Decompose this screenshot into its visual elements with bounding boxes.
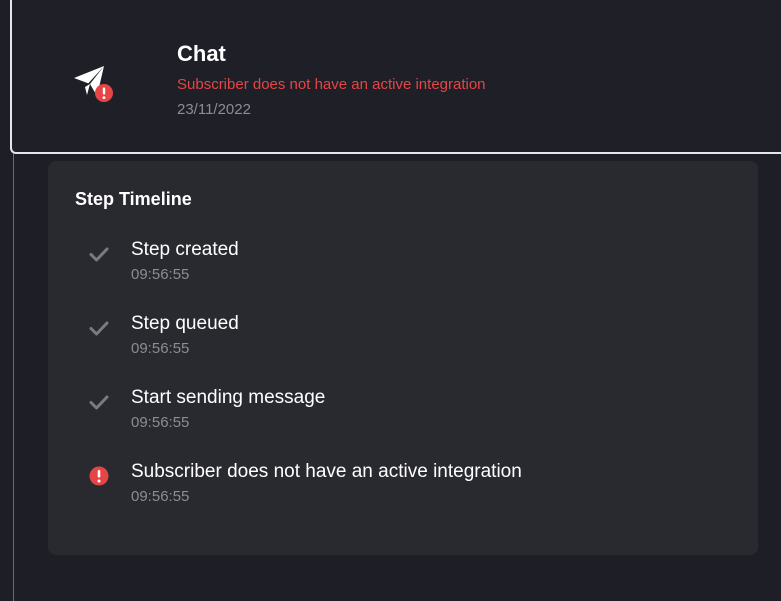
- timeline-item-label: Step created: [131, 239, 239, 260]
- timeline-item-label: Step queued: [131, 313, 239, 334]
- timeline-item-label: Subscriber does not have an active integ…: [131, 461, 522, 482]
- error-alert-icon: [95, 84, 113, 102]
- timeline-item-time: 09:56:55: [131, 266, 190, 283]
- check-icon: [89, 395, 109, 410]
- timeline-item-error: Subscriber does not have an active integ…: [48, 457, 758, 517]
- paper-plane-icon: [68, 57, 118, 107]
- step-status-message: Subscriber does not have an active integ…: [177, 76, 486, 93]
- timeline-item: Step queued 09:56:55: [48, 309, 758, 369]
- timeline-item: Start sending message 09:56:55: [48, 383, 758, 443]
- step-timeline-panel: Step Timeline Step created 09:56:55 Step…: [48, 161, 758, 555]
- step-card[interactable]: Chat Subscriber does not have an active …: [10, 0, 781, 154]
- timeline-item: Step created 09:56:55: [48, 235, 758, 295]
- check-icon: [89, 247, 109, 262]
- timeline-item-time: 09:56:55: [131, 414, 190, 431]
- error-alert-icon: [89, 466, 109, 486]
- timeline-item-time: 09:56:55: [131, 340, 190, 357]
- timeline-item-label: Start sending message: [131, 387, 326, 408]
- step-title: Chat: [177, 41, 226, 66]
- timeline-title: Step Timeline: [75, 189, 192, 209]
- check-icon: [89, 321, 109, 336]
- timeline-item-time: 09:56:55: [131, 488, 190, 505]
- step-date: 23/11/2022: [177, 101, 251, 118]
